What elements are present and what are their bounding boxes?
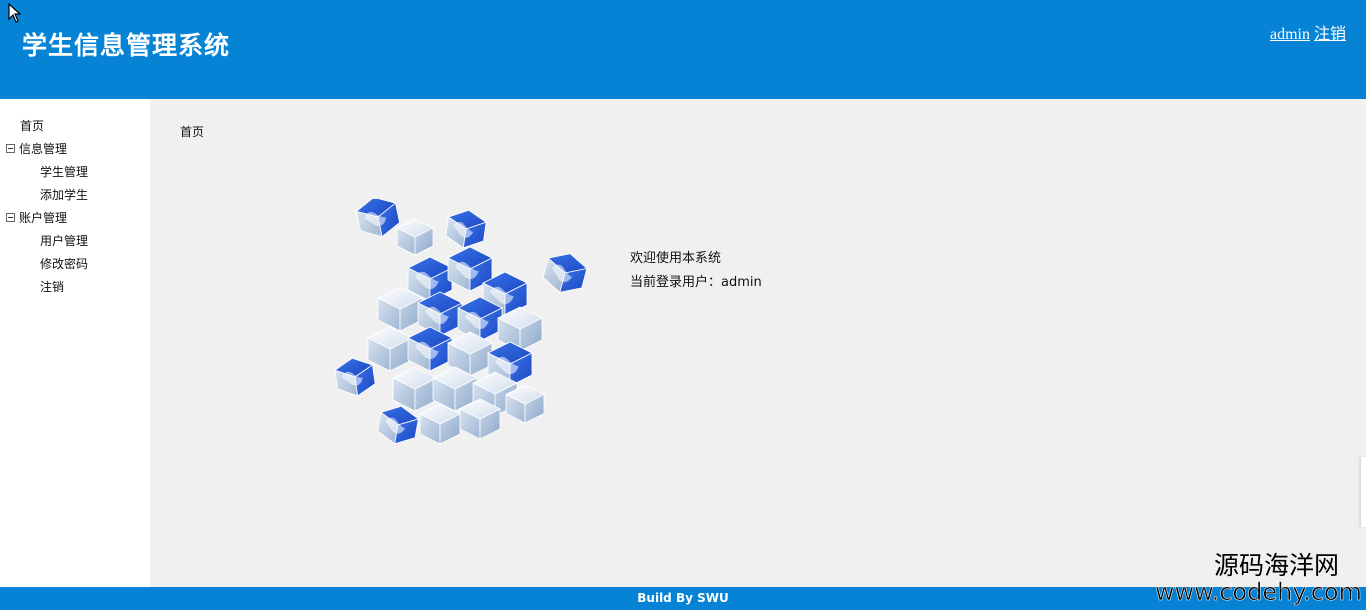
cube-shape (542, 253, 588, 294)
sidebar-item-label: 首页 (20, 119, 45, 133)
cube-shape (333, 357, 376, 397)
sidebar-nav: 首页 信息管理 学生管理 添加学生 账户管理 用户管理 修改密码 注销 (0, 99, 150, 587)
mouse-cursor-icon (8, 3, 22, 23)
sidebar-item-user-management[interactable]: 用户管理 (40, 232, 88, 250)
sidebar-item-logout[interactable]: 注销 (40, 278, 64, 296)
cube-shape (367, 326, 413, 372)
side-scroll-handle[interactable] (1361, 457, 1366, 527)
site-watermark: 源码海洋网 www.codehy.com (1154, 551, 1363, 606)
sidebar-item-student-management[interactable]: 学生管理 (40, 163, 88, 181)
sidebar-group-info-management[interactable]: 信息管理 (6, 140, 67, 158)
welcome-panel: 欢迎使用本系统 当前登录用户：admin (630, 247, 762, 295)
current-user-info: 当前登录用户：admin (630, 275, 762, 290)
sidebar-item-label: 学生管理 (40, 165, 89, 179)
sidebar-item-label: 用户管理 (40, 234, 89, 248)
sidebar-item-add-student[interactable]: 添加学生 (40, 186, 88, 204)
logout-link[interactable]: 注销 (1314, 26, 1346, 43)
sidebar-item-label: 修改密码 (40, 257, 89, 271)
cube-shape (392, 366, 438, 412)
sidebar-item-home[interactable]: 首页 (20, 117, 44, 135)
cube-shape (396, 218, 434, 256)
watermark-name: 源码海洋网 (1213, 551, 1339, 580)
main-content: 首页 欢迎使用本系统 当前登录用户：admin (150, 99, 1366, 587)
cube-cluster-illustration (333, 199, 588, 445)
welcome-message: 欢迎使用本系统 (630, 251, 722, 266)
sidebar-item-change-password[interactable]: 修改密码 (40, 255, 88, 273)
collapse-icon[interactable] (6, 143, 15, 153)
footer-text: Build By SWU (637, 591, 729, 605)
cube-shape (445, 209, 488, 249)
app-title: 学生信息管理系统 (22, 31, 231, 60)
header-bar: 学生信息管理系统 admin 注销 (0, 0, 1366, 99)
watermark-url: www.codehy.com (1154, 578, 1363, 606)
sidebar-item-label: 信息管理 (19, 142, 68, 156)
sidebar-group-account-management[interactable]: 账户管理 (6, 209, 67, 227)
sidebar-item-label: 添加学生 (40, 188, 89, 202)
current-user-link[interactable]: admin (1270, 26, 1310, 43)
sidebar-item-label: 注销 (40, 280, 65, 294)
sidebar-item-label: 账户管理 (19, 211, 68, 225)
cube-shape (355, 199, 401, 238)
breadcrumb: 首页 (180, 125, 205, 139)
collapse-icon[interactable] (6, 212, 15, 222)
user-links: admin 注销 (1270, 20, 1346, 44)
